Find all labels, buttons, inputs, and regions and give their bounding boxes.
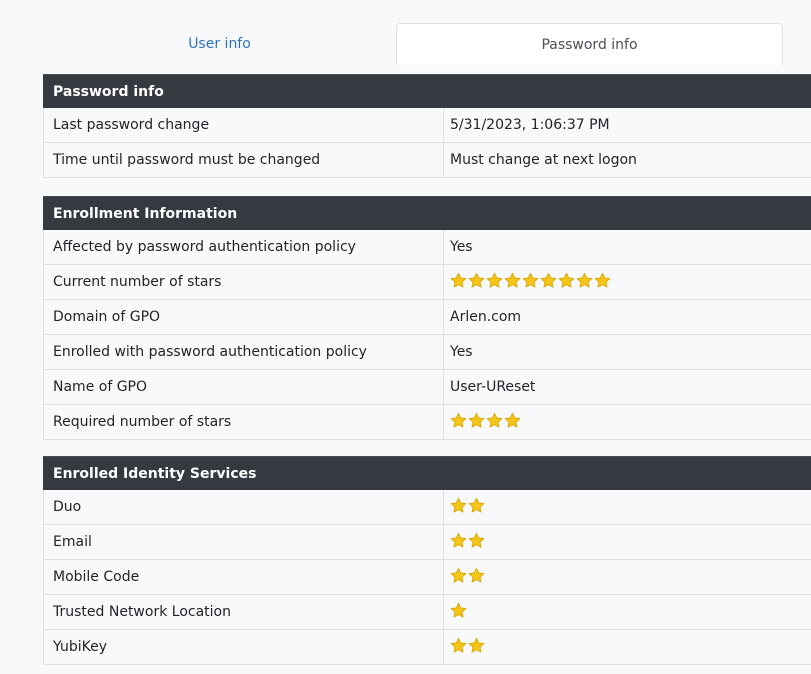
- row-label: Name of GPO: [44, 370, 444, 404]
- star-icon: [486, 272, 503, 288]
- row-value: [444, 405, 811, 439]
- star-icon: [450, 532, 467, 548]
- identity-services-section: Enrolled Identity Services Duo Email Mob…: [43, 456, 811, 665]
- star-icon: [594, 272, 611, 288]
- star-icon: [450, 602, 467, 618]
- star-rating: [450, 272, 611, 289]
- table-row: Enrolled with password authentication po…: [43, 335, 811, 370]
- row-label: YubiKey: [44, 630, 444, 664]
- star-icon: [450, 272, 467, 288]
- star-rating: [450, 567, 485, 584]
- tab-bar: User info Password info: [43, 23, 811, 65]
- row-label: Mobile Code: [44, 560, 444, 594]
- star-icon: [504, 412, 521, 428]
- star-rating: [450, 637, 485, 654]
- table-row: Current number of stars: [43, 265, 811, 300]
- table-row: Email: [43, 525, 811, 560]
- star-icon: [468, 637, 485, 653]
- section-header: Enrolled Identity Services: [43, 456, 811, 490]
- row-value: Yes: [450, 344, 473, 360]
- table-row: Last password change 5/31/2023, 1:06:37 …: [43, 108, 811, 143]
- table-row: Duo: [43, 490, 811, 525]
- row-label: Time until password must be changed: [44, 143, 444, 177]
- table-row: YubiKey: [43, 630, 811, 665]
- row-label: Domain of GPO: [44, 300, 444, 334]
- row-label: Affected by password authentication poli…: [44, 230, 444, 264]
- table-row: Mobile Code: [43, 560, 811, 595]
- star-icon: [576, 272, 593, 288]
- table-row: Time until password must be changed Must…: [43, 143, 811, 178]
- row-label: Last password change: [44, 108, 444, 142]
- star-icon: [468, 272, 485, 288]
- row-value: User-UReset: [450, 379, 536, 395]
- row-value: [444, 630, 811, 664]
- row-label: Required number of stars: [44, 405, 444, 439]
- enrollment-section: Enrollment Information Affected by passw…: [43, 196, 811, 440]
- row-label: Current number of stars: [44, 265, 444, 299]
- star-icon: [450, 637, 467, 653]
- star-rating: [450, 532, 485, 549]
- section-header: Password info: [43, 74, 811, 108]
- tab-password-info[interactable]: Password info: [396, 23, 783, 65]
- row-label: Enrolled with password authentication po…: [44, 335, 444, 369]
- row-label: Email: [44, 525, 444, 559]
- star-icon: [522, 272, 539, 288]
- row-value: [444, 560, 811, 594]
- star-icon: [468, 412, 485, 428]
- star-icon: [450, 567, 467, 583]
- star-icon: [450, 412, 467, 428]
- star-icon: [540, 272, 557, 288]
- star-icon: [558, 272, 575, 288]
- star-icon: [468, 497, 485, 513]
- tab-user-info[interactable]: User info: [43, 23, 396, 65]
- star-icon: [450, 497, 467, 513]
- table-row: Required number of stars: [43, 405, 811, 440]
- star-icon: [468, 532, 485, 548]
- star-icon: [504, 272, 521, 288]
- table-row: Affected by password authentication poli…: [43, 230, 811, 265]
- star-icon: [468, 567, 485, 583]
- table-row: Domain of GPO Arlen.com: [43, 300, 811, 335]
- star-rating: [450, 412, 521, 429]
- row-value: [444, 525, 811, 559]
- star-rating: [450, 602, 467, 619]
- row-value: Yes: [450, 239, 473, 255]
- table-row: Trusted Network Location: [43, 595, 811, 630]
- row-label: Duo: [44, 490, 444, 524]
- password-info-section: Password info Last password change 5/31/…: [43, 74, 811, 178]
- row-value: 5/31/2023, 1:06:37 PM: [450, 117, 610, 133]
- section-header: Enrollment Information: [43, 196, 811, 230]
- table-row: Name of GPO User-UReset: [43, 370, 811, 405]
- row-value: [444, 265, 811, 299]
- row-label: Trusted Network Location: [44, 595, 444, 629]
- star-icon: [486, 412, 503, 428]
- row-value: [444, 595, 811, 629]
- row-value: Arlen.com: [450, 309, 522, 325]
- row-value: [444, 490, 811, 524]
- star-rating: [450, 497, 485, 514]
- row-value: Must change at next logon: [450, 152, 637, 168]
